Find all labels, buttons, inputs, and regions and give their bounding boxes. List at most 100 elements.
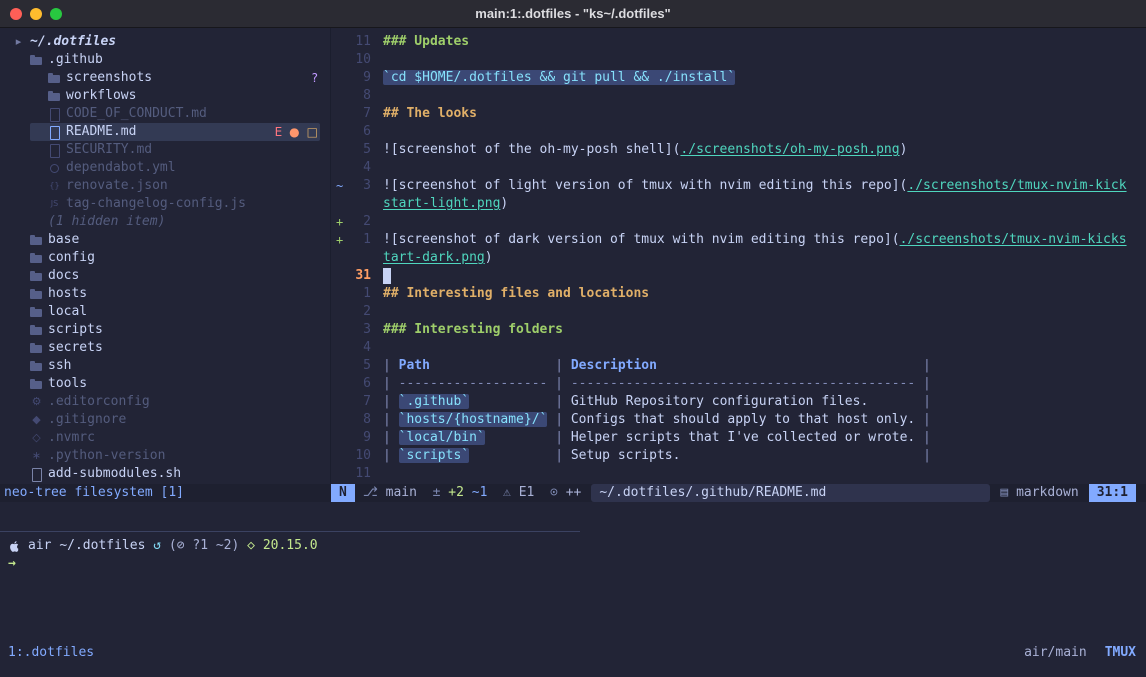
tree-item[interactable]: ◆ .gitignore [0,411,330,429]
editor-line[interactable]: 6 [331,123,1146,141]
line-text: | `.github` | GitHub Repository configur… [383,393,931,411]
python-icon: ∗ [30,447,43,465]
tree-item[interactable]: add-submodules.sh [0,465,330,483]
tree-item[interactable]: SECURITY.md [0,141,330,159]
text-segment: markdown [1016,484,1079,502]
line-number: 2 [345,303,371,321]
tree-item[interactable]: secrets [0,339,330,357]
prompt-arrow-icon: → [8,555,16,573]
editor-line[interactable]: 4 [331,159,1146,177]
editor-line[interactable]: 7| `.github` | GitHub Repository configu… [331,393,1146,411]
tree-item[interactable]: ∗.python-version [0,447,330,465]
json-icon: {} [48,177,61,195]
line-number: 31 [345,267,371,285]
editor-line[interactable]: 2 [331,303,1146,321]
folder-icon [48,87,61,105]
tree-item[interactable]: ssh [0,357,330,375]
text-segment: ./screenshots/tmux-nvim-kick [907,178,1126,193]
tree-item-label: hosts [48,285,87,303]
gitsign-column [331,123,345,141]
line-number: 4 [345,159,371,177]
text-segment: ++ [566,484,582,502]
text-segment: `scripts` [399,448,469,463]
shell-pane[interactable]: air ~/.dotfiles ↺ (⊘ ?1 ~2) ◇ 20.15.0 → [8,537,1146,573]
editor-line[interactable]: 5![screenshot of the oh-my-posh shell](.… [331,141,1146,159]
zoom-button[interactable] [50,8,62,20]
tree-item[interactable]: base [0,231,330,249]
text-segment: ) [900,142,908,157]
tree-item[interactable]: dependabot.yml [0,159,330,177]
tmux-pane-border[interactable] [0,531,580,532]
line-number: 8 [345,87,371,105]
editor-line[interactable]: 6| ------------------- | ---------------… [331,375,1146,393]
js-icon: JS [48,195,61,213]
editor-line[interactable]: 4 [331,339,1146,357]
editor-line[interactable]: 5| Path | Description | [331,357,1146,375]
git-icon: ◆ [30,411,43,429]
text-segment: ± [417,484,448,502]
editor-line[interactable]: 7## The looks [331,105,1146,123]
gitsign-column [331,159,345,177]
editor-line[interactable]: 10 [331,51,1146,69]
editor-line[interactable]: 1## Interesting files and locations [331,285,1146,303]
folder-icon [30,357,43,375]
editor-line[interactable]: 10| `scripts` | Setup scripts. | [331,447,1146,465]
text-cursor [383,268,391,284]
input-line[interactable]: → [8,555,1146,573]
tree-item[interactable]: CODE_OF_CONDUCT.md [0,105,330,123]
tree-item[interactable]: {}renovate.json [0,177,330,195]
tmux-window-label[interactable]: 1:.dotfiles [8,644,94,662]
tree-item[interactable]: JStag-changelog-config.js [0,195,330,213]
editor-line[interactable]: 11 [331,465,1146,483]
tree-item[interactable]: workflows [0,87,330,105]
tree-item[interactable]: ◇.nvmrc [0,429,330,447]
tree-item-label: config [48,249,95,267]
editor-line[interactable]: 9| `local/bin` | Helper scripts that I'v… [331,429,1146,447]
editor-line[interactable]: 8| `hosts/{hostname}/` | Configs that sh… [331,411,1146,429]
editor-line[interactable]: 11 ### Updates [331,33,1146,51]
tree-item-label: CODE_OF_CONDUCT.md [66,105,207,123]
tree-item[interactable]: tools [0,375,330,393]
line-number: 10 [345,51,371,69]
gitsign-column [331,105,345,123]
tree-item[interactable]: README.mdE●□ [0,123,330,141]
tree-item[interactable]: scripts [0,321,330,339]
line-text: ![screenshot of dark version of tmux wit… [383,231,1127,249]
editor-line[interactable]: start-light.png) [331,195,1146,213]
minimize-button[interactable] [30,8,42,20]
editor-line[interactable]: 8 [331,87,1146,105]
editor-line[interactable]: ~3![screenshot of light version of tmux … [331,177,1146,195]
line-number: 11 [345,33,371,51]
tree-item-label: tools [48,375,87,393]
gitsign-column [331,465,345,483]
editor-line[interactable]: 3### Interesting folders [331,321,1146,339]
text-segment: ◇ 20.15.0 [247,537,317,555]
editor-line[interactable]: +2 [331,213,1146,231]
text-segment: ### Updates [383,34,469,49]
tree-item[interactable]: ▸~/.dotfiles [0,33,330,51]
tree-item[interactable]: local [0,303,330,321]
text-segment: Setup scripts. [571,448,681,463]
editor-line[interactable]: 31 [331,267,1146,285]
gitsign-column [331,249,345,267]
tree-item[interactable]: screenshots? [0,69,330,87]
editor-pane: 11### Updates109`cd $HOME/.dotfiles && g… [331,33,1146,483]
tmux-mode-badge: TMUX [1105,644,1136,662]
close-button[interactable] [10,8,22,20]
tree-item-label: .gitignore [48,411,126,429]
tree-item[interactable]: ⚙.editorconfig [0,393,330,411]
editor-line[interactable]: +1![screenshot of dark version of tmux w… [331,231,1146,249]
editor-line[interactable]: tart-dark.png) [331,249,1146,267]
tree-item[interactable]: docs [0,267,330,285]
tree-item-label: .nvmrc [48,429,95,447]
tree-item[interactable]: .github [0,51,330,69]
tree-item[interactable]: hosts [0,285,330,303]
gitsign-column [331,303,345,321]
editor-line[interactable]: 9`cd $HOME/.dotfiles && git pull && ./in… [331,69,1146,87]
line-number: 6 [345,123,371,141]
tree-item[interactable]: config [0,249,330,267]
line-text: `cd $HOME/.dotfiles && git pull && ./ins… [383,69,735,87]
tree-item[interactable]: (1 hidden item) [0,213,330,231]
line-number: 11 [345,465,371,483]
line-number: 9 [345,429,371,447]
